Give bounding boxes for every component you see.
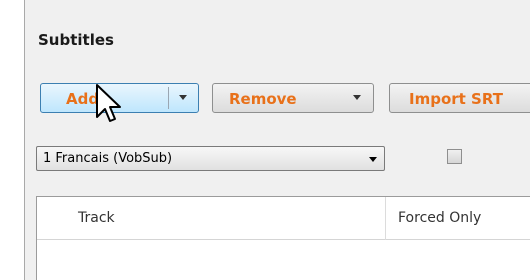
column-divider[interactable] bbox=[385, 197, 386, 240]
chevron-down-icon[interactable] bbox=[353, 95, 361, 100]
import-button-label[interactable]: Import SRT bbox=[409, 90, 503, 108]
track-select[interactable]: 1 Francais (VobSub) bbox=[36, 146, 385, 171]
mouse-cursor-icon bbox=[96, 84, 121, 122]
track-select-value: 1 Francais (VobSub) bbox=[43, 151, 173, 166]
subtitle-track-table: Track Forced Only bbox=[36, 196, 530, 280]
column-header-forced-only[interactable]: Forced Only bbox=[398, 210, 481, 226]
split-separator bbox=[168, 87, 169, 109]
section-title: Subtitles bbox=[38, 31, 114, 49]
import-srt-button[interactable]: Import SRT bbox=[389, 83, 530, 113]
remove-split-button[interactable]: Remove bbox=[212, 83, 374, 113]
chevron-down-icon[interactable] bbox=[179, 95, 187, 100]
remove-button-label[interactable]: Remove bbox=[229, 90, 297, 108]
chevron-down-icon[interactable] bbox=[369, 157, 377, 162]
table-header: Track Forced Only bbox=[37, 197, 530, 240]
forced-only-checkbox[interactable] bbox=[447, 149, 462, 164]
column-header-track[interactable]: Track bbox=[78, 210, 115, 226]
